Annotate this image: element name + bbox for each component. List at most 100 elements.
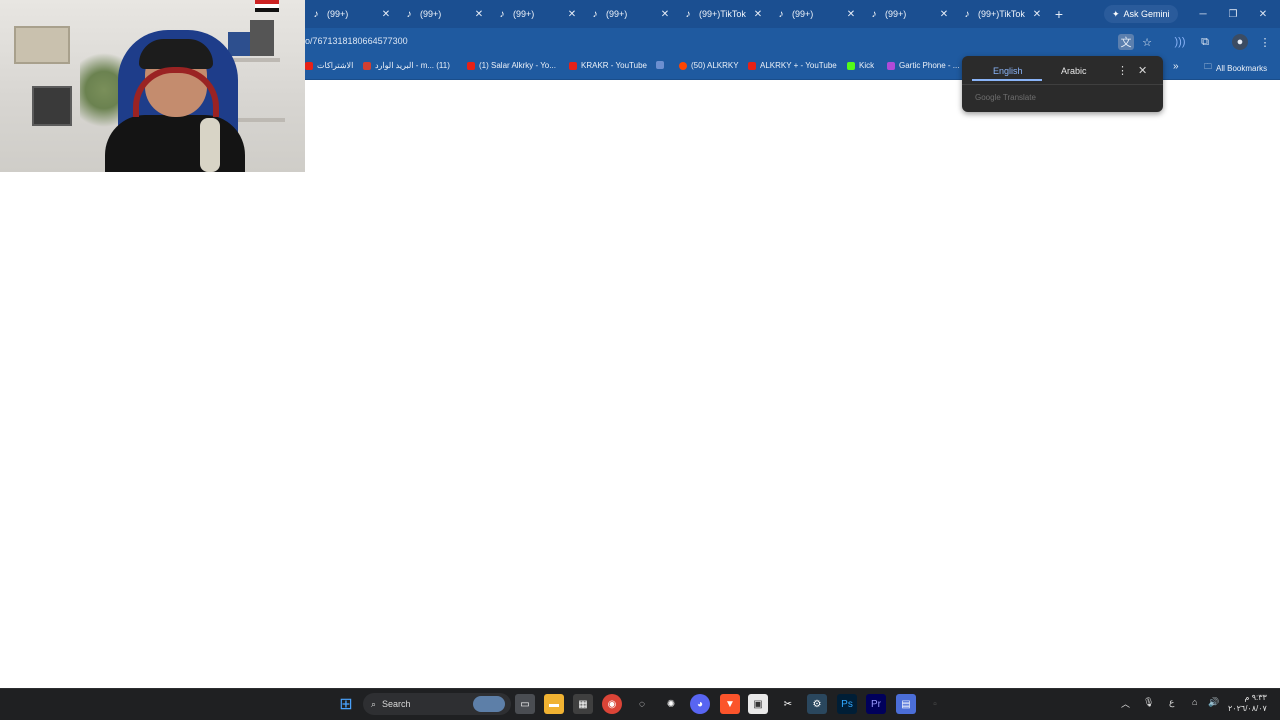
volume-icon[interactable]: 🔊	[1208, 697, 1219, 708]
gartic-phone-icon	[887, 61, 895, 70]
bookmark-item[interactable]: (50) ALKRKY	[679, 61, 739, 70]
award-plaque	[14, 26, 70, 64]
sparkle-icon: ✦	[1112, 8, 1120, 19]
restore-icon[interactable]: ❐	[1218, 0, 1248, 28]
tab-title: (99+)	[420, 9, 442, 19]
bookmark-item[interactable]	[656, 61, 664, 69]
bookmark-item[interactable]: البريد الوارد - m... (11)	[363, 61, 450, 70]
bookmark-label: (50) ALKRKY	[691, 61, 739, 70]
bookmark-label: Kick	[859, 61, 875, 70]
new-tab-button[interactable]: +	[1049, 0, 1069, 28]
audio-icon[interactable]: )))	[1172, 34, 1188, 50]
store-icon[interactable]: ▦	[573, 694, 593, 714]
close-icon[interactable]: ✕	[1138, 64, 1147, 77]
tab-close-icon[interactable]: ✕	[752, 9, 764, 20]
bookmark-label: (1) Salar Alkrky - Yo...	[479, 61, 556, 70]
browser-tab[interactable]: ♪ (99+)TikTok ✕	[956, 0, 1049, 28]
browser-tab[interactable]: ♪ (99+) ✕	[491, 0, 584, 28]
tab-close-icon[interactable]: ✕	[566, 9, 578, 20]
kick-icon	[847, 61, 855, 70]
bookmark-label: الاشتراكات	[317, 61, 354, 70]
tiktok-icon: ♪	[871, 8, 877, 20]
task-view-icon[interactable]: ▭	[515, 694, 535, 714]
bookmark-item[interactable]: KRAKR - YouTube	[569, 61, 647, 70]
tiktok-icon: ♪	[406, 8, 412, 20]
browser-tab[interactable]: ♪ (99+) ✕	[398, 0, 491, 28]
target-language-tab[interactable]: Arabic	[1061, 66, 1087, 76]
flag	[255, 0, 279, 12]
source-language-tab[interactable]: English	[993, 66, 1023, 76]
ask-gemini-button[interactable]: ✦ Ask Gemini	[1104, 5, 1178, 23]
browser-tab[interactable]: ♪ (99+)TikTok ✕	[677, 0, 770, 28]
start-windows-icon[interactable]: ⊞	[336, 694, 356, 714]
search-icon: ⌕	[371, 698, 377, 709]
browser-tab[interactable]: ♪ (99+) ✕	[305, 0, 398, 28]
browser-tab[interactable]: ♪ (99+) ✕	[863, 0, 956, 28]
gmail-icon	[363, 61, 371, 70]
more-options-icon[interactable]: ⋮	[1117, 64, 1128, 77]
extensions-icon[interactable]: ⧉	[1197, 34, 1213, 50]
webcam-overlay	[0, 0, 305, 172]
bookmark-label: KRAKR - YouTube	[581, 61, 647, 70]
tiktok-icon: ♪	[778, 8, 784, 20]
tab-strip: ♪ (99+) ✕ ♪ (99+) ✕ ♪ (99+) ✕ ♪ (99+) ✕ …	[305, 0, 1069, 28]
tab-close-icon[interactable]: ✕	[1031, 9, 1043, 20]
menu-kebab-icon[interactable]: ⋮	[1257, 34, 1273, 50]
language-indicator[interactable]: ع	[1169, 697, 1174, 708]
app-icon[interactable]: ▤	[896, 694, 916, 714]
shelf-items	[250, 20, 274, 56]
tab-title: (99+)	[327, 9, 349, 19]
discord-icon[interactable]: ◕	[690, 694, 710, 714]
chrome-icon[interactable]: ◉	[602, 694, 622, 714]
tray-chevron-icon[interactable]: ︿	[1121, 697, 1130, 710]
tab-close-icon[interactable]: ✕	[473, 9, 485, 20]
tab-close-icon[interactable]: ✕	[938, 9, 950, 20]
close-window-icon[interactable]: ✕	[1248, 0, 1278, 28]
app-icon[interactable]: ◌	[632, 694, 652, 714]
address-bar-url[interactable]: o/7671318180664577300	[305, 36, 408, 46]
photoshop-icon[interactable]: Ps	[837, 694, 857, 714]
microphone-icon[interactable]: 🎙	[1143, 697, 1154, 708]
app-icon[interactable]: ▣	[748, 694, 768, 714]
bookmark-item[interactable]: Gartic Phone - ...	[887, 61, 959, 70]
browser-tab[interactable]: ♪ (99+) ✕	[584, 0, 677, 28]
profile-avatar-icon[interactable]: ●	[1232, 34, 1248, 50]
minimize-icon[interactable]: ─	[1188, 0, 1218, 28]
award-plaque	[32, 86, 72, 126]
tab-close-icon[interactable]: ✕	[845, 9, 857, 20]
brave-icon[interactable]: ▼	[720, 694, 740, 714]
browser-tab[interactable]: ♪ (99+) ✕	[770, 0, 863, 28]
tiktok-icon: ♪	[964, 8, 970, 20]
tab-title: (99+)	[513, 9, 535, 19]
app-icon[interactable]: ▫	[925, 694, 945, 714]
taskbar-search[interactable]: ⌕ Search	[363, 693, 511, 715]
file-explorer-icon[interactable]: ▬	[544, 694, 564, 714]
bookmark-item[interactable]: Kick	[847, 61, 874, 70]
tab-title: (99+)	[885, 9, 907, 19]
youtube-icon	[305, 61, 313, 70]
bookmark-favicon	[656, 61, 664, 69]
clock[interactable]: ٩:٣٣ م ٢٠٢٦/٠٨/٠٧	[1228, 692, 1267, 714]
network-icon[interactable]: ⌂	[1192, 697, 1197, 707]
bookmark-item[interactable]: (1) Salar Alkrky - Yo...	[467, 61, 556, 70]
search-highlight-image	[473, 696, 505, 712]
bookmark-item[interactable]: ALKRKY + - YouTube	[748, 61, 837, 70]
capcut-icon[interactable]: ✂	[778, 694, 798, 714]
bookmark-star-icon[interactable]: ☆	[1139, 34, 1155, 50]
premiere-icon[interactable]: Pr	[866, 694, 886, 714]
tab-title: (99+)	[606, 9, 628, 19]
steelseries-icon[interactable]: ✺	[661, 694, 681, 714]
translate-popup: English Arabic ⋮ ✕ Google Translate	[962, 56, 1163, 112]
steam-icon[interactable]: ⚙	[807, 694, 827, 714]
bookmarks-overflow-button[interactable]: »	[1173, 61, 1179, 72]
tiktok-icon: ♪	[592, 8, 598, 20]
bookmark-item[interactable]: الاشتراكات	[305, 61, 353, 70]
translate-icon[interactable]: 文	[1118, 34, 1134, 50]
tab-close-icon[interactable]: ✕	[659, 9, 671, 20]
active-tab-indicator	[972, 79, 1042, 81]
google-translate-brand: Google Translate	[975, 93, 1036, 102]
tab-close-icon[interactable]: ✕	[380, 9, 392, 20]
all-bookmarks-button[interactable]: 🗀 All Bookmarks	[1204, 61, 1267, 75]
tiktok-icon: ♪	[685, 8, 691, 20]
clock-date: ٢٠٢٦/٠٨/٠٧	[1228, 704, 1267, 713]
